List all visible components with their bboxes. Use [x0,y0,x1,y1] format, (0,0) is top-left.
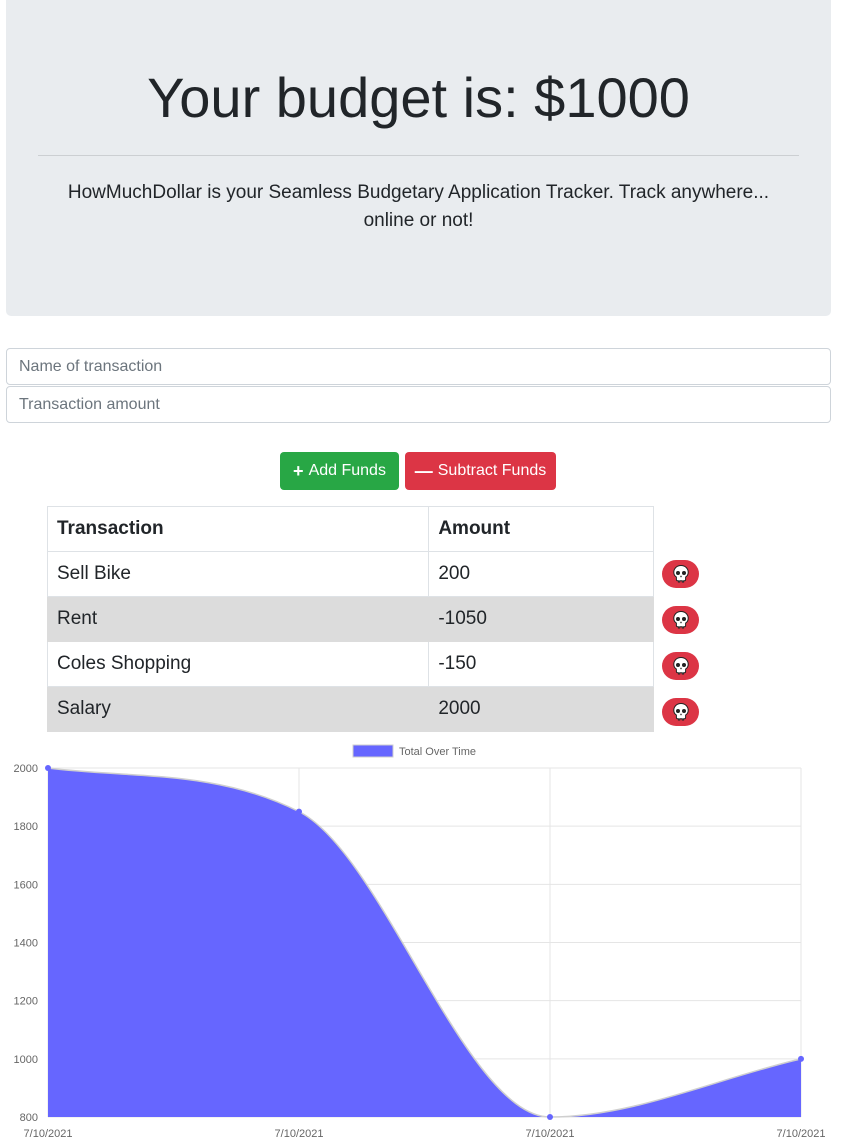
minus-icon: — [414,461,433,481]
y-axis-tick-label: 1000 [14,1054,38,1066]
budget-header: Your budget is: $1000 HowMuchDollar is y… [6,0,831,316]
transaction-amount-cell: 200 [428,551,654,597]
table-row: Sell Bike 200 [46,551,654,597]
table-row: Salary 2000 [46,686,654,732]
skull-icon [672,656,689,675]
delete-transaction-button[interactable] [662,698,699,726]
skull-icon [672,702,689,721]
column-header-transaction: Transaction [46,506,430,552]
transaction-amount-cell: -1050 [428,596,654,642]
legend-swatch [352,744,394,758]
plus-icon: + [293,461,304,481]
add-funds-label: Add Funds [308,462,386,479]
transaction-name-cell: Salary [46,686,430,732]
skull-icon [672,610,689,629]
y-axis-tick-label: 1600 [14,879,38,891]
chart-data-point [547,1114,553,1120]
table-row: Rent -1050 [46,596,654,642]
subtract-funds-label: Subtract Funds [437,462,547,479]
transaction-name-cell: Coles Shopping [46,641,430,687]
transaction-amount-cell: 2000 [428,686,654,732]
transactions-table: Transaction Amount Sell Bike 200 Rent -1… [46,506,654,732]
transaction-name-cell: Sell Bike [46,551,430,597]
header-divider [38,155,799,156]
add-funds-button[interactable]: + Add Funds [280,452,399,490]
table-header-row: Transaction Amount [46,506,654,552]
legend-label: Total Over Time [399,746,476,758]
table-row: Coles Shopping -150 [46,641,654,687]
chart-data-point [296,808,302,815]
delete-transaction-button[interactable] [662,606,699,634]
x-axis-tick-label: 7/10/2021 [526,1128,575,1140]
y-axis-tick-label: 2000 [14,763,38,775]
column-header-amount: Amount [428,506,654,552]
y-axis-tick-label: 1400 [14,938,38,950]
x-axis-tick-label: 7/10/2021 [24,1128,73,1140]
skull-icon [672,564,689,583]
y-axis-tick-label: 800 [20,1112,38,1124]
transaction-name-input[interactable] [6,348,831,385]
transaction-name-cell: Rent [46,596,430,642]
transaction-amount-cell: -150 [428,641,654,687]
delete-transaction-button[interactable] [662,652,699,680]
y-axis-tick-label: 1200 [14,996,38,1008]
budget-title: Your budget is: $1000 [147,66,690,129]
y-axis-tick-label: 1800 [14,821,38,833]
total-over-time-chart: 2000 1800 1600 1400 1200 1000 800 7/10/2021 7/10… [14,744,826,1140]
x-axis-tick-label: 7/10/2021 [777,1128,826,1140]
x-axis-tick-label: 7/10/2021 [275,1128,324,1140]
subtract-funds-button[interactable]: — Subtract Funds [405,452,556,490]
chart-data-point [798,1055,804,1062]
transaction-amount-input[interactable] [6,386,831,423]
app-description: HowMuchDollar is your Seamless Budgetary… [67,182,770,231]
delete-transaction-button[interactable] [662,560,699,588]
chart-data-point [45,765,51,771]
